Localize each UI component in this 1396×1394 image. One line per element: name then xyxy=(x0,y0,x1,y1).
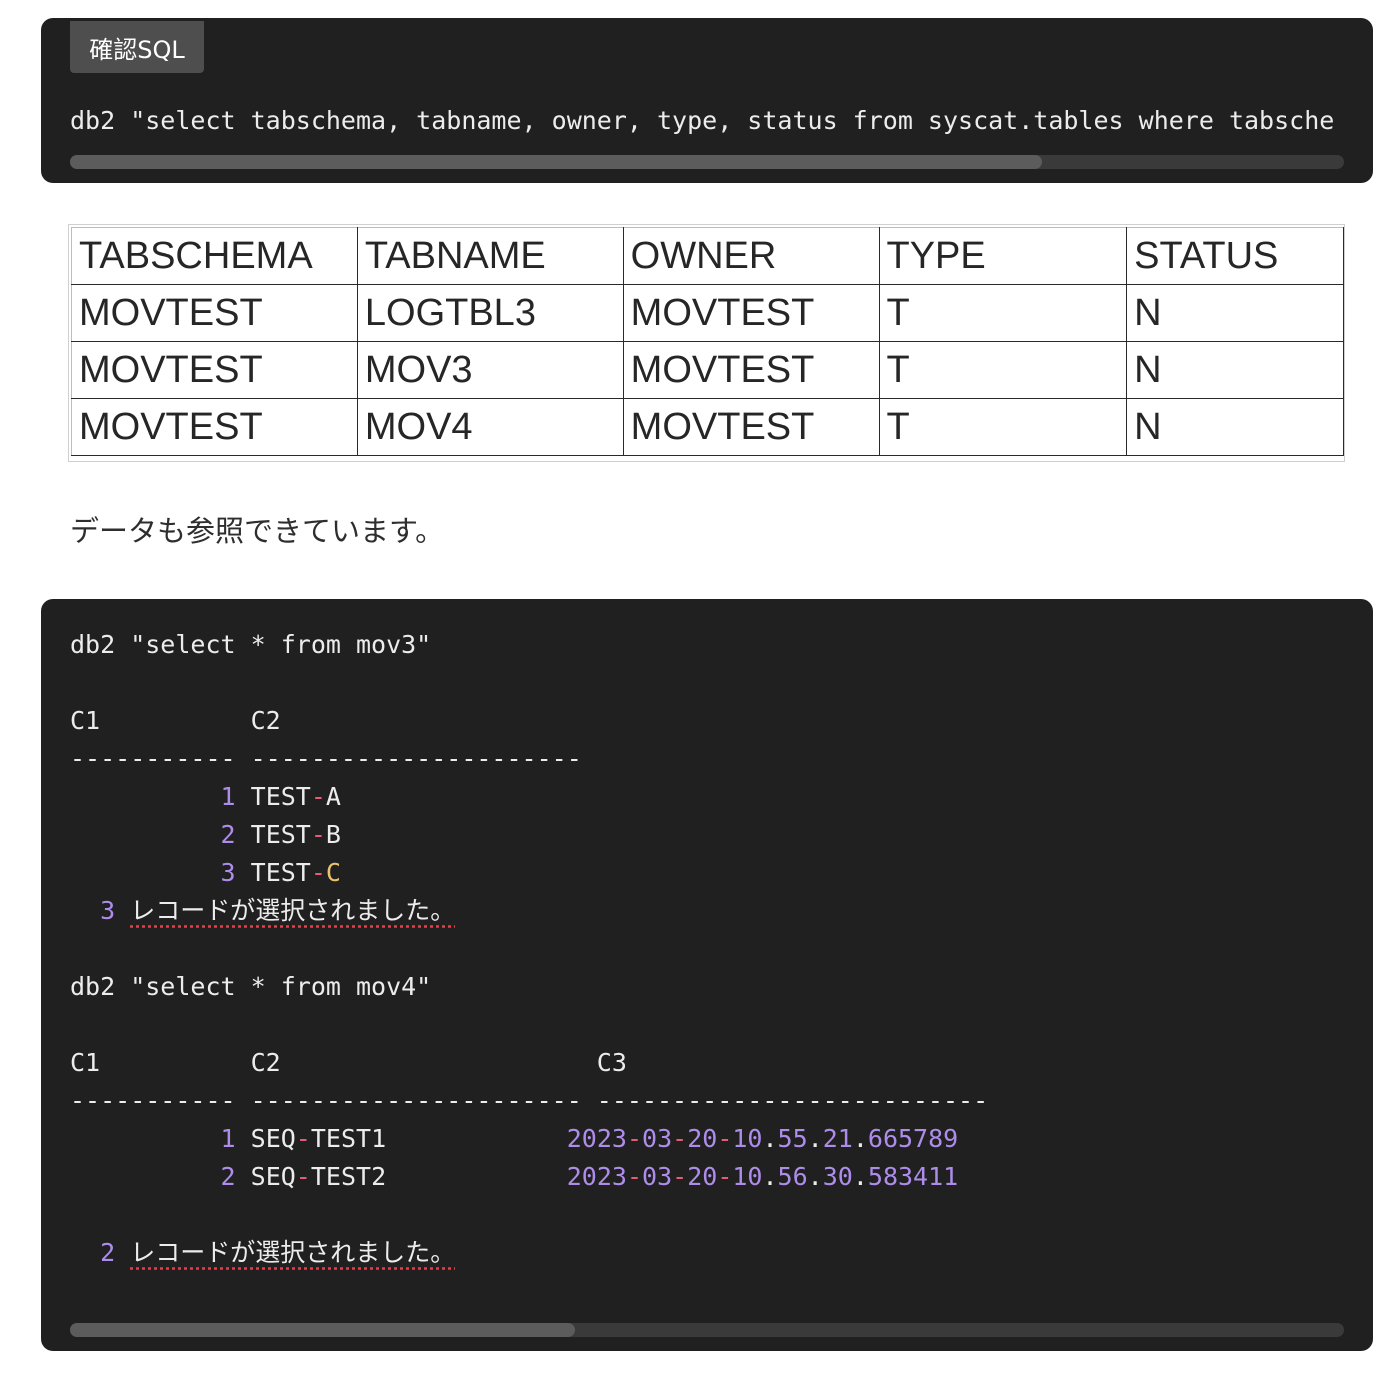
header-cell-tabname: TABNAME xyxy=(356,227,624,285)
code-block-confirm-sql: 確認SQL db2 "select tabschema, tabname, ow… xyxy=(41,18,1373,183)
row-value-c1: 3 xyxy=(220,858,236,887)
table-row: MOVTEST MOV4 MOVTEST T N xyxy=(71,398,1344,456)
code-text[interactable]: db2 "select * from mov3" C1 C2 ---------… xyxy=(70,626,1344,1272)
table-cell: T xyxy=(878,398,1128,456)
row-value-c1: 1 xyxy=(220,782,236,811)
scrollbar-thumb[interactable] xyxy=(70,1323,575,1337)
header-cell-tabschema: TABSCHEMA xyxy=(71,227,358,285)
table-cell: T xyxy=(878,284,1128,342)
table-cell: MOVTEST xyxy=(71,341,358,399)
result-table: TABSCHEMA TABNAME OWNER TYPE STATUS MOVT… xyxy=(71,227,1344,456)
row-value-c2: TEST-C xyxy=(250,858,341,887)
horizontal-scrollbar[interactable] xyxy=(70,1323,1344,1337)
query-line: db2 "select * from mov3" xyxy=(70,630,432,659)
table-cell: MOVTEST xyxy=(71,398,358,456)
row-value-c2: SEQ-TEST1 xyxy=(250,1124,387,1153)
row-value-c1: 2 xyxy=(220,1162,236,1191)
scrollbar-thumb[interactable] xyxy=(70,155,1042,169)
row-value-c3: 2023-03-20-10.56.30.583411 xyxy=(566,1162,959,1191)
table-cell: MOV4 xyxy=(356,398,624,456)
table-header-row: TABSCHEMA TABNAME OWNER TYPE STATUS xyxy=(71,227,1344,285)
records-selected-message: レコードが選択されました。 xyxy=(130,896,456,925)
header-cell-type: TYPE xyxy=(878,227,1128,285)
table-cell: MOV3 xyxy=(356,341,624,399)
table-row: MOVTEST LOGTBL3 MOVTEST T N xyxy=(71,284,1344,342)
row-value-c2: TEST-A xyxy=(250,782,341,811)
row-value-c2: TEST-B xyxy=(250,820,341,849)
query-line: db2 "select * from mov4" xyxy=(70,972,432,1001)
code-block-query-output: db2 "select * from mov3" C1 C2 ---------… xyxy=(41,599,1373,1351)
header-cell-status: STATUS xyxy=(1126,227,1344,285)
row-value-c1: 2 xyxy=(220,820,236,849)
table-cell: N xyxy=(1126,341,1344,399)
record-count: 3 xyxy=(100,896,116,925)
row-value-c1: 1 xyxy=(220,1124,236,1153)
records-selected-message: レコードが選択されました。 xyxy=(130,1238,456,1267)
table-cell: MOVTEST xyxy=(622,398,880,456)
horizontal-scrollbar[interactable] xyxy=(70,155,1344,169)
table-cell: MOVTEST xyxy=(71,284,358,342)
table-cell: N xyxy=(1126,398,1344,456)
table-cell: T xyxy=(878,341,1128,399)
table-cell: MOVTEST xyxy=(622,341,880,399)
row-value-c3: 2023-03-20-10.55.21.665789 xyxy=(566,1124,959,1153)
column-header-line: C1 C2 C3 xyxy=(70,1048,627,1077)
code-block-label: 確認SQL xyxy=(70,21,204,73)
column-rule-line: ----------- ---------------------- xyxy=(70,744,582,773)
header-cell-owner: OWNER xyxy=(622,227,880,285)
row-value-c2: SEQ-TEST2 xyxy=(250,1162,387,1191)
result-table-image: TABSCHEMA TABNAME OWNER TYPE STATUS MOVT… xyxy=(68,224,1345,462)
paragraph-text: データも参照できています。 xyxy=(70,514,445,548)
column-header-line: C1 C2 xyxy=(70,706,281,735)
column-rule-line: ----------- ---------------------- -----… xyxy=(70,1086,989,1115)
record-count: 2 xyxy=(100,1238,116,1267)
table-cell: LOGTBL3 xyxy=(356,284,624,342)
table-row: MOVTEST MOV3 MOVTEST T N xyxy=(71,341,1344,399)
table-cell: N xyxy=(1126,284,1344,342)
table-cell: MOVTEST xyxy=(622,284,880,342)
code-text[interactable]: db2 "select tabschema, tabname, owner, t… xyxy=(70,102,1344,140)
